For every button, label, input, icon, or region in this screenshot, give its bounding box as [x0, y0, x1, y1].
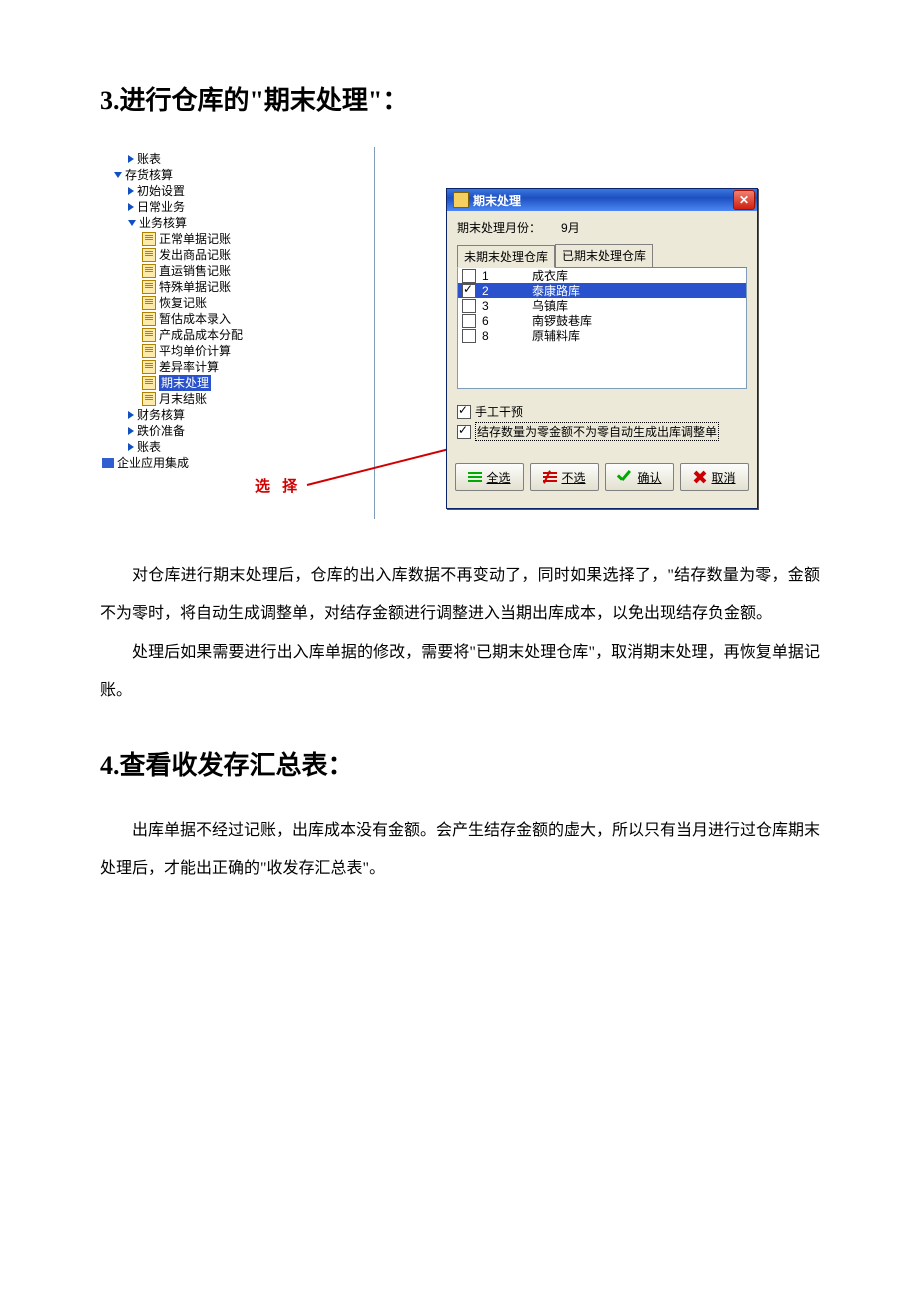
heading-4: 4.查看收发存汇总表：: [100, 745, 820, 782]
doc-icon: [142, 360, 156, 374]
close-button[interactable]: ✕: [733, 190, 755, 210]
ok-button[interactable]: 确认: [605, 463, 674, 491]
checkbox-manual[interactable]: [457, 405, 471, 419]
cancel-button[interactable]: 取消: [680, 463, 749, 491]
doc-icon: [142, 280, 156, 294]
list-row[interactable]: 3 乌镇库: [458, 298, 746, 313]
doc-icon: [142, 264, 156, 278]
arrow-icon: [128, 155, 134, 163]
list-row[interactable]: 1 成衣库: [458, 268, 746, 283]
tree-item[interactable]: 初始设置: [137, 183, 185, 199]
nav-tree: 账表 存货核算 初始设置 日常业务 业务核算 正常单据记账 发出商品记账 直运销…: [100, 147, 375, 519]
btn-label: 全选: [486, 469, 510, 486]
btn-label: 取消: [711, 469, 735, 486]
tree-leaf[interactable]: 恢复记账: [159, 295, 207, 311]
dialog-title: 期末处理: [473, 192, 521, 209]
list-row-selected[interactable]: 2 泰康路库: [458, 283, 746, 298]
tree-item[interactable]: 财务核算: [137, 407, 185, 423]
tab-bar: 未期末处理仓库 已期末处理仓库: [457, 244, 747, 268]
tree-leaf[interactable]: 特殊单据记账: [159, 279, 231, 295]
tree-leaf[interactable]: 产成品成本分配: [159, 327, 243, 343]
checkbox[interactable]: [462, 299, 476, 313]
period-end-dialog: 期末处理 ✕ 期末处理月份： 9月 未期末处理仓库 已期末处理仓库: [446, 188, 758, 509]
doc-icon: [142, 312, 156, 326]
tree-item[interactable]: 账表: [137, 151, 161, 167]
dialog-titlebar[interactable]: 期末处理 ✕: [447, 189, 757, 211]
tree-leaf[interactable]: 平均单价计算: [159, 343, 231, 359]
option-manual: 手工干预: [475, 403, 523, 420]
btn-label: 确认: [637, 469, 661, 486]
arrow-icon: [128, 411, 134, 419]
arrow-icon: [128, 203, 134, 211]
tree-leaf[interactable]: 月末结账: [159, 391, 207, 407]
doc-icon: [142, 344, 156, 358]
arrow-icon: [128, 443, 134, 451]
tree-leaf-selected[interactable]: 期末处理: [159, 375, 211, 391]
x-icon: [693, 470, 707, 484]
row-code: 6: [482, 314, 532, 328]
row-code: 8: [482, 329, 532, 343]
doc-icon: [142, 296, 156, 310]
tree-item-root[interactable]: 存货核算: [125, 167, 173, 183]
tree-item[interactable]: 跌价准备: [137, 423, 185, 439]
annotation-label: 选 择: [255, 475, 301, 496]
option-auto-adjust: 结存数量为零金额不为零自动生成出库调整单: [475, 422, 719, 441]
warehouse-list[interactable]: 1 成衣库 2 泰康路库 3 乌镇库 6: [457, 268, 747, 389]
doc-icon: [142, 392, 156, 406]
select-all-button[interactable]: 全选: [455, 463, 524, 491]
checkbox-auto-adjust[interactable]: [457, 425, 471, 439]
checkbox-checked[interactable]: [462, 284, 476, 298]
tab-processed[interactable]: 已期末处理仓库: [555, 244, 653, 267]
tree-leaf[interactable]: 发出商品记账: [159, 247, 231, 263]
arrow-down-icon: [128, 220, 136, 226]
embedded-screenshot: 账表 存货核算 初始设置 日常业务 业务核算 正常单据记账 发出商品记账 直运销…: [100, 147, 760, 537]
heading-3: 3.进行仓库的"期末处理"：: [100, 80, 820, 117]
doc-icon: [142, 232, 156, 246]
arrow-down-icon: [114, 172, 122, 178]
doc-icon: [142, 376, 156, 390]
checkbox[interactable]: [462, 314, 476, 328]
row-code: 1: [482, 269, 532, 283]
list-row[interactable]: 8 原辅料库: [458, 328, 746, 343]
btn-label: 不选: [561, 469, 585, 486]
select-none-icon: [543, 472, 557, 482]
tree-leaf[interactable]: 正常单据记账: [159, 231, 231, 247]
dialog-icon: [453, 192, 469, 208]
month-value: 9月: [561, 221, 580, 235]
tree-leaf[interactable]: 直运销售记账: [159, 263, 231, 279]
tree-item[interactable]: 企业应用集成: [117, 455, 189, 471]
row-name: 原辅料库: [532, 327, 580, 344]
select-none-button[interactable]: 不选: [530, 463, 599, 491]
row-code: 3: [482, 299, 532, 313]
check-icon: [617, 471, 633, 483]
checkbox[interactable]: [462, 269, 476, 283]
list-row[interactable]: 6 南锣鼓巷库: [458, 313, 746, 328]
doc-icon: [142, 248, 156, 262]
paragraph-3: 出库单据不经过记账，出库成本没有金额。会产生结存金额的虚大，所以只有当月进行过仓…: [100, 812, 820, 889]
select-all-icon: [468, 472, 482, 482]
row-code: 2: [482, 284, 532, 298]
tab-unprocessed[interactable]: 未期末处理仓库: [457, 245, 555, 268]
doc-icon: [142, 328, 156, 342]
tree-leaf[interactable]: 差异率计算: [159, 359, 219, 375]
module-icon: [102, 458, 114, 468]
paragraph-2: 处理后如果需要进行出入库单据的修改，需要将"已期末处理仓库"，取消期末处理，再恢…: [100, 634, 820, 711]
month-label: 期末处理月份：: [457, 221, 541, 235]
arrow-icon: [128, 187, 134, 195]
tree-item[interactable]: 业务核算: [139, 215, 187, 231]
checkbox[interactable]: [462, 329, 476, 343]
tree-item[interactable]: 账表: [137, 439, 161, 455]
tree-leaf[interactable]: 暂估成本录入: [159, 311, 231, 327]
arrow-icon: [128, 427, 134, 435]
paragraph-1: 对仓库进行期末处理后，仓库的出入库数据不再变动了，同时如果选择了，"结存数量为零…: [100, 557, 820, 634]
tree-item[interactable]: 日常业务: [137, 199, 185, 215]
